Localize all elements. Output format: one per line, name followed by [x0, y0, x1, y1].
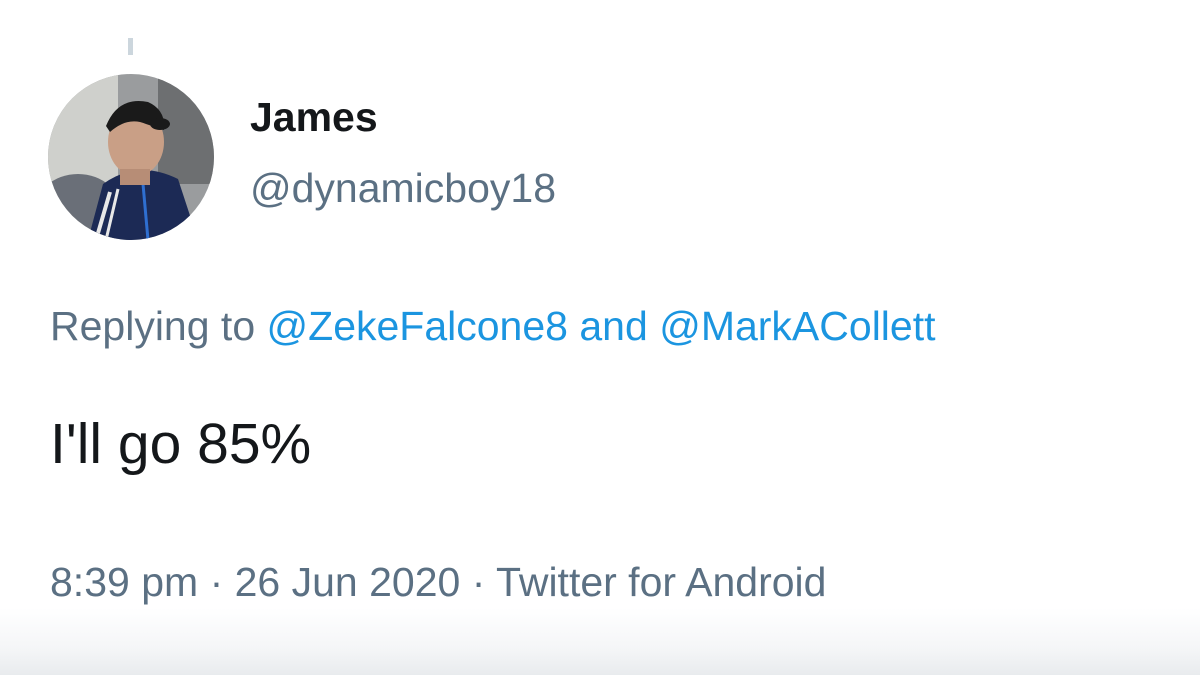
mention-link-markacollett[interactable]: @MarkACollett: [659, 303, 935, 349]
tweet-text: I'll go 85%: [50, 412, 312, 476]
tweet-time[interactable]: 8:39 pm: [50, 559, 198, 605]
replying-to-connector[interactable]: and: [579, 303, 647, 349]
tweet-meta: 8:39 pm · 26 Jun 2020 · Twitter for Andr…: [50, 562, 826, 603]
replying-to-line: Replying to @ZekeFalcone8 and @MarkAColl…: [50, 306, 936, 347]
thread-connector-line: [128, 38, 133, 55]
mention-link-zekefalcone8[interactable]: @ZekeFalcone8: [267, 303, 568, 349]
replying-to-label: Replying to: [50, 303, 256, 349]
author-display-name[interactable]: James: [250, 97, 378, 138]
avatar[interactable]: [48, 74, 214, 240]
avatar-image: [48, 74, 214, 240]
tweet-source[interactable]: Twitter for Android: [496, 559, 826, 605]
author-handle[interactable]: @dynamicboy18: [250, 168, 556, 209]
tweet-card: James @dynamicboy18 Replying to @ZekeFal…: [0, 0, 1200, 675]
meta-separator-1: ·: [209, 559, 224, 605]
tweet-date[interactable]: 26 Jun 2020: [235, 559, 461, 605]
meta-separator-2: ·: [471, 559, 486, 605]
bottom-shadow: [0, 608, 1200, 675]
